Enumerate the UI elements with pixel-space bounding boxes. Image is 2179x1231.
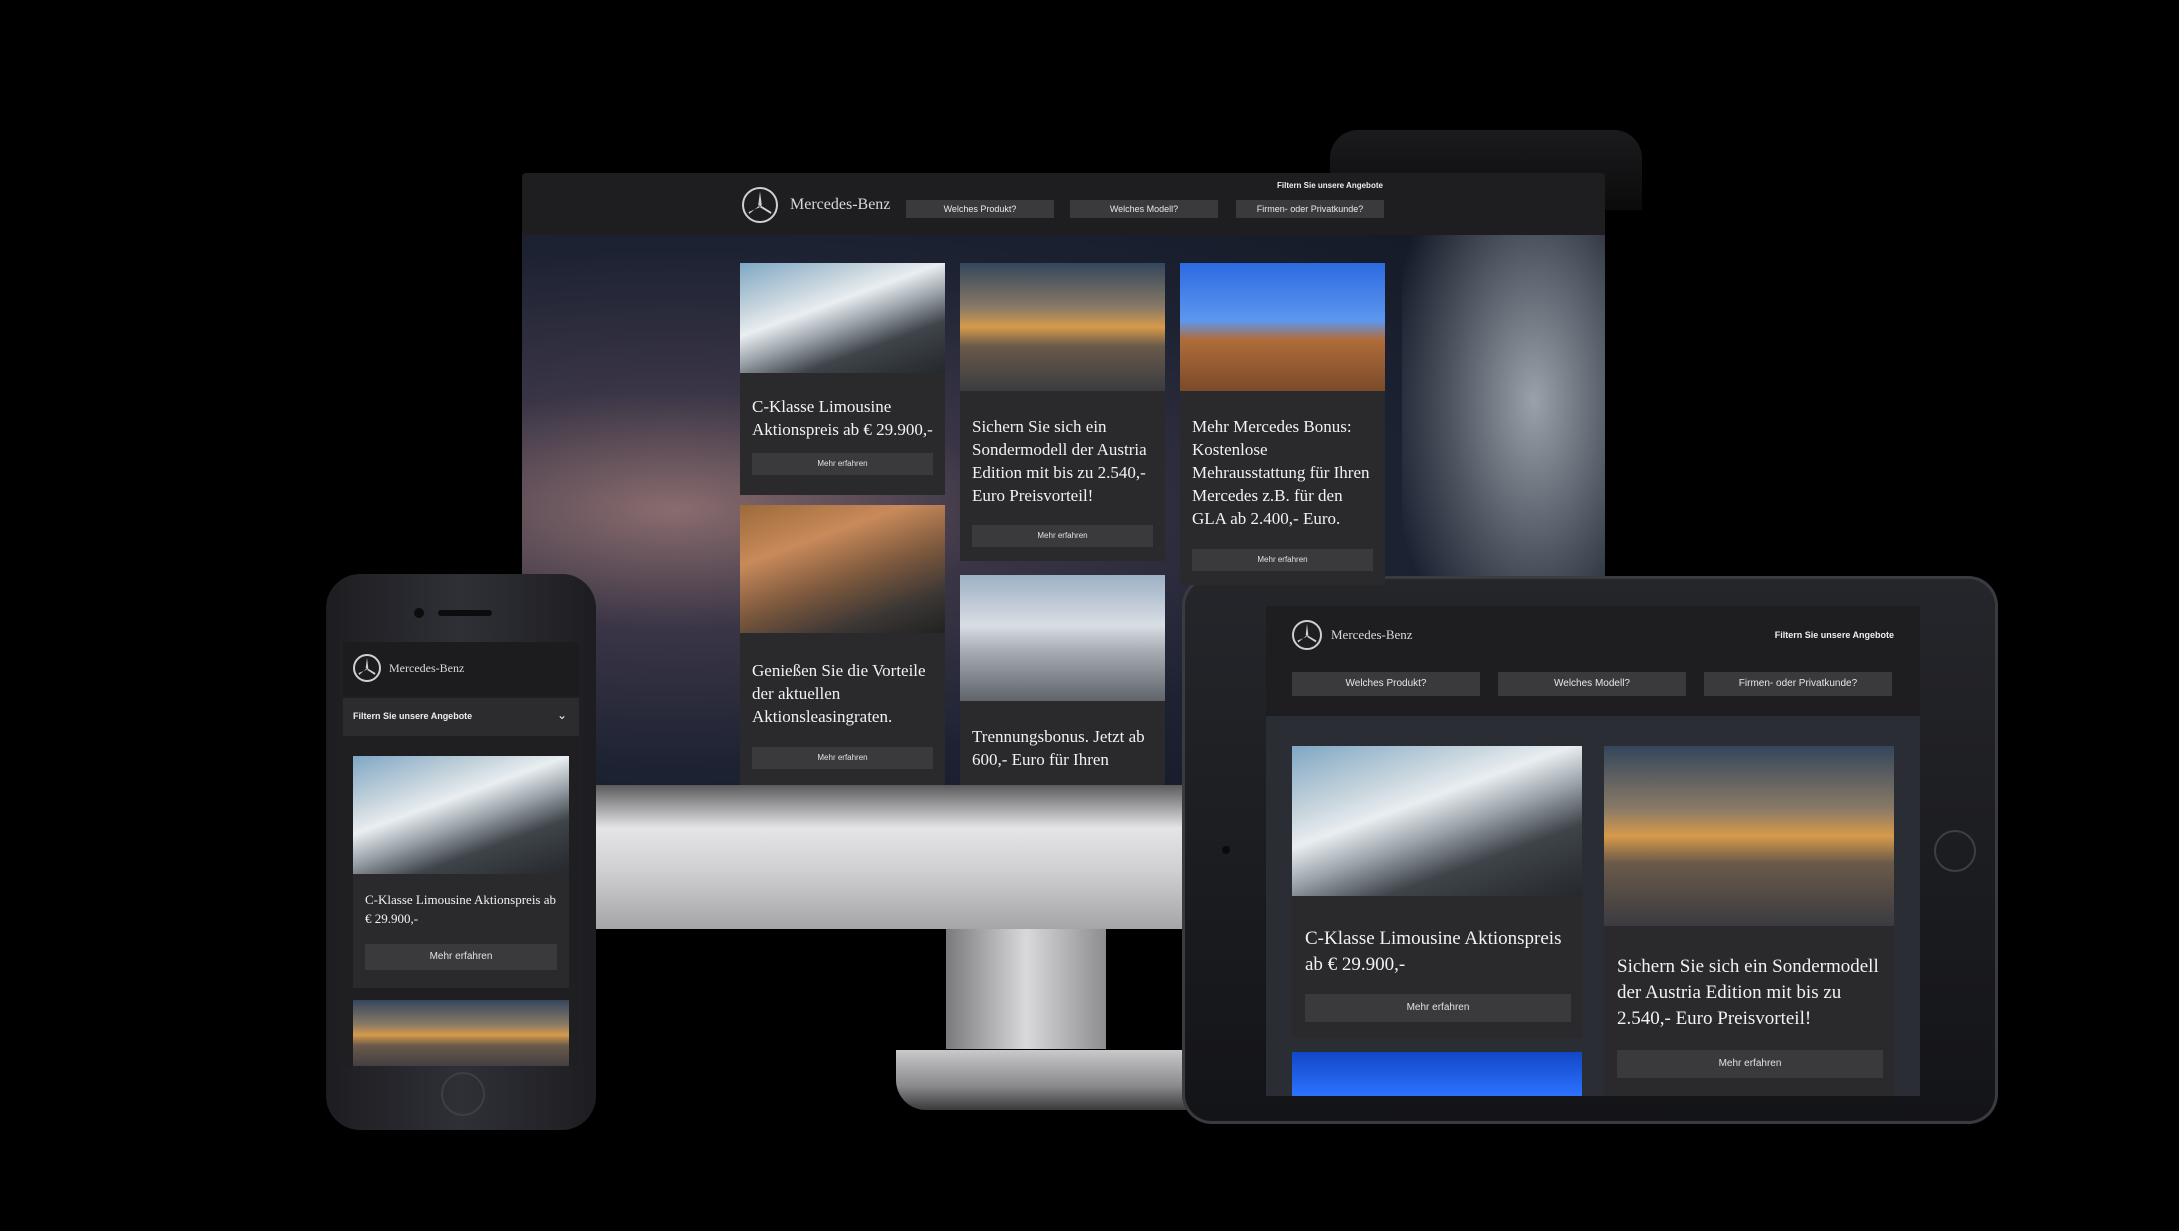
offer-title: Trennungsbonus. Jetzt ab 600,- Euro für … — [972, 727, 1145, 769]
offer-title: Sichern Sie sich ein Sondermodell der Au… — [972, 417, 1147, 505]
offer-card: C-Klasse Limousine Aktionspreis ab € 29.… — [353, 756, 569, 988]
car-image — [960, 263, 1165, 391]
more-info-button[interactable]: Mehr erfahren — [1305, 994, 1571, 1022]
more-info-button[interactable]: Mehr erfahren — [752, 747, 933, 769]
car-image — [960, 575, 1165, 701]
chevron-down-icon: ⌄ — [556, 708, 567, 722]
monitor-foot — [896, 1050, 1216, 1110]
offer-title: C-Klasse Limousine Aktionspreis ab € 29.… — [752, 397, 933, 439]
offer-card: Mehr Mercedes Bonus: Kostenlose Mehrauss… — [1180, 263, 1385, 585]
filter-product-dropdown[interactable]: Welches Produkt? — [906, 200, 1054, 218]
phone-device: Mercedes-Benz Filtern Sie unsere Angebot… — [326, 574, 596, 1130]
offer-title: Genießen Sie die Vorteile der aktuellen … — [752, 661, 926, 726]
car-image — [1180, 263, 1385, 391]
tablet-camera — [1222, 846, 1230, 854]
mercedes-star-icon — [353, 654, 381, 682]
filter-model-dropdown[interactable]: Welches Modell? — [1070, 200, 1218, 218]
offer-title: C-Klasse Limousine Aktionspreis ab € 29.… — [1305, 928, 1562, 975]
filter-heading: Filtern Sie unsere Angebote — [1774, 630, 1894, 640]
phone-header: Mercedes-Benz — [343, 642, 579, 696]
tablet-header: Mercedes-Benz Filtern Sie unsere Angebot… — [1266, 606, 1920, 716]
offer-card — [353, 1000, 569, 1066]
phone-speaker — [438, 610, 492, 616]
offer-card: C-Klasse Limousine Aktionspreis ab € 29.… — [740, 263, 945, 495]
offer-card: C-Klasse Limousine Aktionspreis ab € 29.… — [1292, 746, 1582, 1038]
offer-card: Genießen Sie die Vorteile der aktuellen … — [740, 505, 945, 785]
mercedes-star-icon — [1292, 620, 1322, 650]
offer-card — [1292, 1052, 1582, 1096]
brand-name: Mercedes-Benz — [389, 660, 465, 675]
more-info-button[interactable]: Mehr erfahren — [972, 525, 1153, 547]
more-info-button[interactable]: Mehr erfahren — [752, 453, 933, 475]
phone-screen: Mercedes-Benz Filtern Sie unsere Angebot… — [343, 642, 579, 1066]
car-image — [1604, 746, 1894, 926]
more-info-button[interactable]: Mehr erfahren — [1617, 1050, 1883, 1078]
more-info-button[interactable]: Mehr erfahren — [365, 944, 557, 970]
tablet-screen: Mercedes-Benz Filtern Sie unsere Angebot… — [1266, 606, 1920, 1096]
offer-title: Sichern Sie sich ein Sondermodell der Au… — [1617, 956, 1879, 1029]
monitor-stand — [946, 929, 1106, 1049]
brand-logo[interactable]: Mercedes-Benz — [742, 187, 890, 223]
filter-customer-dropdown[interactable]: Firmen- oder Privatkunde? — [1704, 672, 1892, 696]
phone-home-button[interactable] — [441, 1072, 485, 1116]
car-image — [740, 505, 945, 633]
offer-card: Trennungsbonus. Jetzt ab 600,- Euro für … — [960, 575, 1165, 785]
brand-name: Mercedes-Benz — [1331, 627, 1413, 642]
offer-card: Sichern Sie sich ein Sondermodell der Au… — [960, 263, 1165, 561]
brand-name: Mercedes-Benz — [790, 196, 891, 213]
car-image — [353, 1000, 569, 1066]
monitor-chin — [594, 785, 1194, 929]
offer-card: Sichern Sie sich ein Sondermodell der Au… — [1604, 746, 1894, 1096]
brand-logo[interactable]: Mercedes-Benz — [353, 654, 464, 682]
car-image — [1292, 746, 1582, 896]
car-image — [740, 263, 945, 373]
filter-heading: Filtern Sie unsere Angebote — [1277, 181, 1383, 190]
filter-product-dropdown[interactable]: Welches Produkt? — [1292, 672, 1480, 696]
brand-logo[interactable]: Mercedes-Benz — [1292, 620, 1413, 650]
car-image — [353, 756, 569, 874]
tablet-home-button[interactable] — [1934, 830, 1976, 872]
mercedes-star-icon — [742, 187, 778, 223]
offer-title: Mehr Mercedes Bonus: Kostenlose Mehrauss… — [1192, 417, 1370, 528]
more-info-button[interactable]: Mehr erfahren — [1192, 549, 1373, 571]
offer-title: C-Klasse Limousine Aktionspreis ab € 29.… — [365, 892, 557, 926]
filter-customer-dropdown[interactable]: Firmen- oder Privatkunde? — [1236, 200, 1384, 218]
tablet-device: Mercedes-Benz Filtern Sie unsere Angebot… — [1182, 576, 1998, 1124]
filter-model-dropdown[interactable]: Welches Modell? — [1498, 672, 1686, 696]
phone-camera — [414, 608, 424, 618]
desktop-header: Mercedes-Benz Filtern Sie unsere Angebot… — [522, 173, 1605, 235]
filter-toggle[interactable]: Filtern Sie unsere Angebote ⌄ — [343, 698, 579, 736]
filter-heading: Filtern Sie unsere Angebote — [353, 711, 473, 721]
